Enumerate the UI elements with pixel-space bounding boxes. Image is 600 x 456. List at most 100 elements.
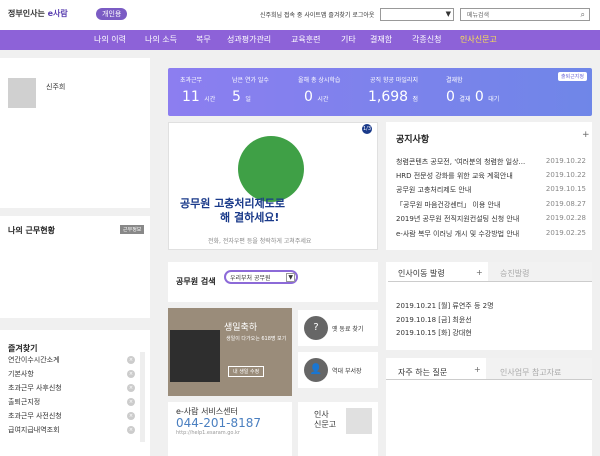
- profile-name: 신주희: [46, 83, 66, 91]
- question-icon: ?: [304, 316, 328, 340]
- nav-item-training[interactable]: 교육훈련: [291, 34, 320, 45]
- stat-value: 0: [474, 89, 484, 105]
- inquiry-line1: 인사: [314, 410, 329, 419]
- notice-item[interactable]: 「공무원 마음건강센터」 이용 안내 2019.08.27: [396, 200, 586, 210]
- notice-title: 공지사항: [396, 135, 430, 145]
- notice-item-title: e-사람 복무 이러닝 개시 및 수강방법 안내: [396, 230, 520, 238]
- notice-item[interactable]: 공무원 고충처리제도 안내 2019.10.15: [396, 185, 586, 195]
- inquiry-label: 인사 신문고: [314, 410, 336, 430]
- move-item[interactable]: 2019.10.21 [월] 류연주 등 2명: [396, 301, 494, 311]
- gov-search-title: 공무원 검색: [176, 277, 216, 286]
- notice-item-date: 2019.10.15: [542, 185, 586, 193]
- faq-panel: [386, 380, 592, 456]
- stat-approval-value[interactable]: 0 결재 0 대기: [446, 89, 499, 105]
- nav-item-etc[interactable]: 기타: [341, 34, 356, 45]
- service-center-url[interactable]: http://help1.esaram.go.kr: [176, 430, 240, 436]
- stat-unit: 시간: [317, 96, 329, 103]
- birthday-edit-button[interactable]: 내 생일 수정: [228, 366, 265, 377]
- remove-favorite-icon[interactable]: ×: [127, 356, 135, 364]
- favorite-item[interactable]: 초과근무 사전신청: [8, 411, 62, 421]
- search-input[interactable]: 메뉴검색 ⌕: [460, 8, 590, 21]
- banner-pager[interactable]: 1/3: [362, 124, 372, 134]
- avatar: [8, 78, 36, 108]
- notice-item-date: 2019.10.22: [542, 157, 586, 165]
- site-logo[interactable]: 정부인사는 e사람: [8, 8, 68, 19]
- tab-faq-label: 자주 하는 질문: [398, 368, 448, 377]
- favorite-item[interactable]: 출퇴근지정: [8, 397, 40, 407]
- notice-item[interactable]: e-사람 복무 이러닝 개시 및 수강방법 안내 2019.02.25: [396, 229, 586, 239]
- past-heads-button[interactable]: 👤 역대 부서장: [298, 352, 378, 388]
- move-item[interactable]: 2019.10.18 [금] 최윤선: [396, 315, 472, 325]
- notice-more-icon[interactable]: +: [582, 130, 590, 140]
- nav-item-income[interactable]: 나의 소득: [145, 34, 177, 45]
- tab-hr-reference-label: 인사업무 참고자료: [500, 368, 562, 377]
- favorite-item[interactable]: 초과근무 사후신청: [8, 383, 62, 393]
- favorites-scrollbar[interactable]: [140, 352, 145, 442]
- mode-badge[interactable]: 개인용: [96, 8, 128, 20]
- notice-item-date: 2019.08.27: [542, 200, 586, 208]
- chevron-down-icon: ▼: [286, 273, 295, 282]
- main-nav: 나의 이력 나의 소득 복무 성과평가관리 교육훈련 기타 결재함 각종신청 인…: [0, 30, 600, 50]
- remove-favorite-icon[interactable]: ×: [127, 370, 135, 378]
- stat-learning-value[interactable]: 0 시간: [304, 89, 328, 105]
- notice-item-title: 2019년 공무원 전직지원컨설팅 신청 안내: [396, 215, 520, 223]
- work-status-title: 나의 근무현황: [8, 226, 55, 235]
- chevron-down-icon: ▼: [445, 10, 451, 18]
- notice-item[interactable]: HRD 전문성 강화를 위한 교육 계획안내 2019.10.22: [396, 171, 586, 181]
- stat-leave-label: 남은 연가 일수: [232, 77, 269, 84]
- search-placeholder: 메뉴검색: [467, 12, 490, 19]
- tab-personnel-move-label: 인사이동 발령: [398, 269, 445, 278]
- remove-favorite-icon[interactable]: ×: [127, 426, 135, 434]
- stat-value: 0: [304, 89, 313, 105]
- stat-mileage-label: 공직 향공 마일리지: [370, 77, 418, 84]
- nav-item-complaint[interactable]: 인사신문고: [460, 34, 497, 45]
- computer-icon: [346, 408, 372, 434]
- stat-mileage-value[interactable]: 1,698 점: [368, 89, 418, 105]
- tab-promotion-label: 승진발령: [500, 269, 530, 278]
- nav-item-duty[interactable]: 복무: [196, 34, 211, 45]
- person-icon: 👤: [304, 358, 328, 382]
- notice-item-date: 2019.02.25: [542, 229, 586, 237]
- birthday-subtitle[interactable]: 생일이 다가오는 618명 보기: [226, 335, 286, 342]
- banner-caption: 전화, 전자우편 등을 청락하게 고쳐주세요: [208, 238, 312, 245]
- remove-favorite-icon[interactable]: ×: [127, 412, 135, 420]
- menu-select[interactable]: ▼: [380, 8, 454, 21]
- search-icon[interactable]: ⌕: [581, 10, 585, 20]
- attendance-button[interactable]: 출퇴근지정: [558, 72, 588, 81]
- nav-item-applications[interactable]: 각종신청: [412, 34, 441, 45]
- service-center-phone: 044-201-8187: [176, 416, 262, 430]
- stat-value: 0: [446, 89, 455, 105]
- nav-item-history[interactable]: 나의 이력: [94, 34, 126, 45]
- banner-headline-2: 해 결하세요!: [220, 211, 280, 224]
- stat-unit: 결재: [459, 96, 471, 103]
- stat-unit: 일: [245, 96, 251, 103]
- faq-more-icon[interactable]: +: [474, 365, 481, 374]
- stat-overtime-value[interactable]: 11 시간: [182, 89, 215, 105]
- stat-unit: 점: [412, 96, 419, 103]
- notice-item-title: 「공무원 마음건강센터」 이용 안내: [396, 201, 501, 209]
- notice-item[interactable]: 청렴콘텐츠 공모전, '여러분의 청렴한 일상... 2019.10.22: [396, 157, 586, 167]
- gov-search-select[interactable]: 우리부처 공무원 ▼: [224, 270, 298, 284]
- moves-more-icon[interactable]: +: [476, 268, 483, 277]
- favorite-item[interactable]: 급여지급내역조회: [8, 425, 60, 435]
- nav-item-approval[interactable]: 결재함: [370, 34, 392, 45]
- notice-item-title: 공무원 고충처리제도 안내: [396, 186, 472, 194]
- logo-accent: e사람: [47, 9, 68, 18]
- work-info-button[interactable]: 근무정보: [120, 225, 145, 234]
- remove-favorite-icon[interactable]: ×: [127, 398, 135, 406]
- find-colleague-button[interactable]: ? 옛 동료 찾기: [298, 310, 378, 346]
- remove-favorite-icon[interactable]: ×: [127, 384, 135, 392]
- notice-item-date: 2019.10.22: [542, 171, 586, 179]
- favorite-item[interactable]: 연간이수시간소계: [8, 355, 60, 365]
- inquiry-line2: 신문고: [314, 420, 337, 429]
- past-heads-label: 역대 부서장: [332, 368, 362, 375]
- favorite-item[interactable]: 기본사항: [8, 369, 34, 379]
- stat-leave-value[interactable]: 5 일: [232, 89, 251, 105]
- stat-unit: 대기: [488, 96, 500, 103]
- notice-item[interactable]: 2019년 공무원 전직지원컨설팅 신청 안내 2019.02.28: [396, 214, 586, 224]
- stat-learning-label: 올해 총 상시학습: [298, 77, 341, 84]
- move-item[interactable]: 2019.10.15 [화] 강대현: [396, 328, 472, 338]
- nav-item-evaluation[interactable]: 성과평가관리: [227, 34, 271, 45]
- stat-value: 1,698: [368, 89, 409, 105]
- top-links[interactable]: 신주희님 접속 중 사이트맵 즐겨찾기 로그아웃: [260, 10, 374, 19]
